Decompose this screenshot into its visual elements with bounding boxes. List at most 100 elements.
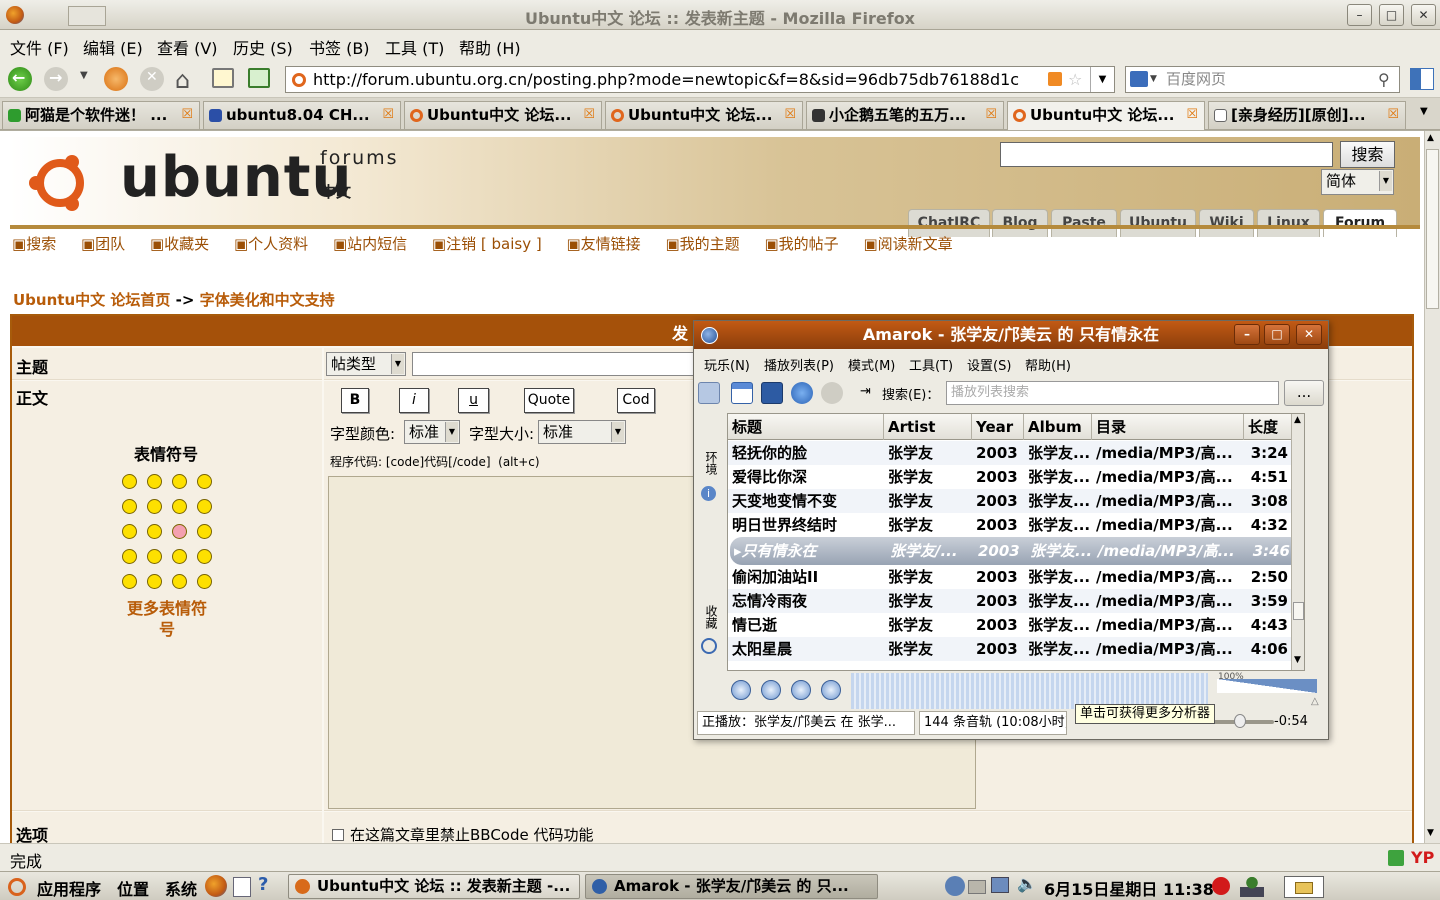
code-button[interactable]: Cod <box>617 388 655 413</box>
smiley-icon[interactable] <box>197 549 212 564</box>
network-collection-icon[interactable] <box>698 382 720 404</box>
amarok-maximize-button[interactable]: □ <box>1264 324 1290 345</box>
scroll-down-icon[interactable]: ▼ <box>1294 655 1301 665</box>
scroll-thumb[interactable] <box>1293 602 1304 620</box>
magnifier-icon[interactable]: ⚲ <box>1378 67 1390 92</box>
panel-clock[interactable]: 6月15日星期日 11:38 <box>1044 876 1214 900</box>
playlist-row[interactable]: 明日世界终结时 张学友 2003 张学友... /media/MP3/高... 4:32 <box>728 513 1304 537</box>
browser-tab[interactable]: [亲身经历][原创]... ☒ <box>1208 101 1406 129</box>
addon-status-icon[interactable] <box>1388 850 1404 866</box>
smiley-icon[interactable] <box>122 549 137 564</box>
playlist-scrollbar[interactable]: ▲ ▼ <box>1291 414 1304 670</box>
browser-tab[interactable]: Ubuntu中文 论坛... ☒ <box>605 101 803 129</box>
link-search[interactable]: ▣搜索 <box>12 235 66 253</box>
playlist-row-current[interactable]: ▸只有情永在 张学友/... 2003 张学友... /media/MP3/高... 3:… <box>730 537 1302 565</box>
url-dropdown-icon[interactable]: ▼ <box>1090 67 1114 92</box>
tab-close-icon[interactable]: ☒ <box>784 102 796 128</box>
smiley-icon[interactable] <box>172 549 187 564</box>
smiley-icon[interactable] <box>172 574 187 589</box>
menu-bookmarks[interactable]: 书签 (B) <box>309 35 370 59</box>
scroll-down-icon[interactable]: ▼ <box>1427 828 1434 838</box>
link-friends[interactable]: ▣友情链接 <box>566 235 650 253</box>
clear-search-icon[interactable]: ⇥ <box>860 384 871 399</box>
stop-icon[interactable]: ✕ <box>140 67 164 91</box>
smiley-icon[interactable] <box>147 549 162 564</box>
reload-icon[interactable] <box>104 67 128 91</box>
nav-tab-forum[interactable]: Forum <box>1323 209 1397 237</box>
task-firefox[interactable]: Ubuntu中文 论坛 :: 发表新主题 -... <box>288 874 580 899</box>
site-logo[interactable]: ubuntu <box>120 145 352 210</box>
playlist-row[interactable]: 忘情冷雨夜 张学友 2003 张学友... /media/MP3/高... 3:59 <box>728 589 1304 613</box>
amarok-menu-help[interactable]: 帮助(H) <box>1025 355 1071 374</box>
amarok-close-button[interactable]: ✕ <box>1296 324 1322 345</box>
col-year[interactable]: Year <box>972 414 1024 440</box>
tab-close-icon[interactable]: ☒ <box>382 102 394 128</box>
playlist-row[interactable]: 天变地变情不变 张学友 2003 张学友... /media/MP3/高... 3:08 <box>728 489 1304 513</box>
site-search-input[interactable] <box>1000 142 1333 167</box>
breadcrumb-forum[interactable]: 字体美化和中文支持 <box>200 291 335 309</box>
bold-button[interactable]: B <box>341 388 369 413</box>
menu-edit[interactable]: 编辑 (E) <box>83 35 143 59</box>
search-engine-dropdown-icon[interactable]: ▼ <box>1150 67 1157 92</box>
sidebar-toggle-icon[interactable] <box>1410 68 1434 90</box>
save-icon[interactable] <box>761 382 783 404</box>
pause-icon[interactable] <box>761 680 781 700</box>
tab-close-icon[interactable]: ☒ <box>1186 102 1198 128</box>
browser-tab[interactable]: Ubuntu中文 论坛... ☒ <box>404 101 602 129</box>
bookmark-add-icon[interactable] <box>212 68 234 88</box>
volume-slider[interactable] <box>1217 679 1317 693</box>
menu-file[interactable]: 文件 (F) <box>10 35 69 59</box>
amarok-menu-playlist[interactable]: 播放列表(P) <box>764 355 834 374</box>
link-my-topics[interactable]: ▣我的主题 <box>665 235 749 253</box>
amarok-menu-play[interactable]: 玩乐(N) <box>704 355 750 374</box>
browser-tab[interactable]: 小企鹅五笔的五万... ☒ <box>806 101 1004 129</box>
maximize-button[interactable]: □ <box>1379 4 1404 26</box>
rss-icon[interactable] <box>1048 72 1062 86</box>
browser-tab[interactable]: 阿猫是个软件迷！ ... ☒ <box>2 101 200 129</box>
smiley-icon[interactable] <box>147 524 162 539</box>
minimize-button[interactable]: – <box>1347 4 1372 26</box>
url-input[interactable]: http://forum.ubuntu.org.cn/posting.php?m… <box>285 66 1115 93</box>
position-handle[interactable] <box>1234 714 1246 728</box>
playlist-row[interactable]: 轻抚你的脸 张学友 2003 张学友... /media/MP3/高... 3:24 <box>728 441 1304 465</box>
display-icon[interactable] <box>991 877 1009 893</box>
browser-tab-active[interactable]: Ubuntu中文 论坛... ☒ <box>1007 101 1205 130</box>
nav-tab-linux[interactable]: Linux <box>1257 209 1320 237</box>
smiley-icon[interactable] <box>122 574 137 589</box>
panel-applications[interactable]: 应用程序 <box>37 876 101 900</box>
next-track-icon[interactable] <box>821 680 841 700</box>
nav-tab-blog[interactable]: Blog <box>992 209 1048 237</box>
nav-tab-ubuntu[interactable]: Ubuntu <box>1120 209 1196 237</box>
amarok-menu-settings[interactable]: 设置(S) <box>967 355 1011 374</box>
previous-track-icon[interactable] <box>731 680 751 700</box>
underline-button[interactable]: u <box>458 388 489 413</box>
col-directory[interactable]: 目录 <box>1092 414 1244 440</box>
firefox-launcher-icon[interactable] <box>205 875 227 897</box>
download-icon[interactable] <box>248 68 270 88</box>
user-switcher-icon[interactable] <box>1240 875 1264 897</box>
subject-input[interactable] <box>412 352 712 376</box>
menu-view[interactable]: 查看 (V) <box>157 35 218 59</box>
task-amarok[interactable]: Amarok - 张学友/邝美云 的 只... <box>585 874 878 899</box>
link-my-posts[interactable]: ▣我的帖子 <box>764 235 848 253</box>
scroll-up-icon[interactable]: ▲ <box>1427 133 1434 143</box>
search-engine-icon[interactable] <box>1130 71 1148 87</box>
addon-label[interactable]: YP <box>1411 848 1434 867</box>
scroll-up-icon[interactable]: ▲ <box>1294 415 1301 425</box>
smiley-icon[interactable] <box>197 524 212 539</box>
tab-close-icon[interactable]: ☒ <box>583 102 595 128</box>
link-team[interactable]: ▣团队 <box>81 235 135 253</box>
back-icon[interactable]: ← <box>8 67 32 91</box>
smiley-icon[interactable] <box>147 474 162 489</box>
page-scrollbar[interactable]: ▲ ▼ <box>1424 131 1440 843</box>
power-icon[interactable] <box>1212 877 1230 895</box>
smiley-icon[interactable] <box>172 474 187 489</box>
forward-icon[interactable]: → <box>44 67 68 91</box>
font-size-select[interactable]: 标准 ▼ <box>538 420 626 444</box>
col-length[interactable]: 长度 <box>1244 414 1296 440</box>
tab-close-icon[interactable]: ☒ <box>1387 102 1399 128</box>
link-new-posts[interactable]: ▣阅读新文章 <box>863 235 962 253</box>
history-dropdown-icon[interactable]: ▼ <box>80 70 88 81</box>
smiley-icon[interactable] <box>172 499 187 514</box>
quote-button[interactable]: Quote <box>524 388 574 413</box>
